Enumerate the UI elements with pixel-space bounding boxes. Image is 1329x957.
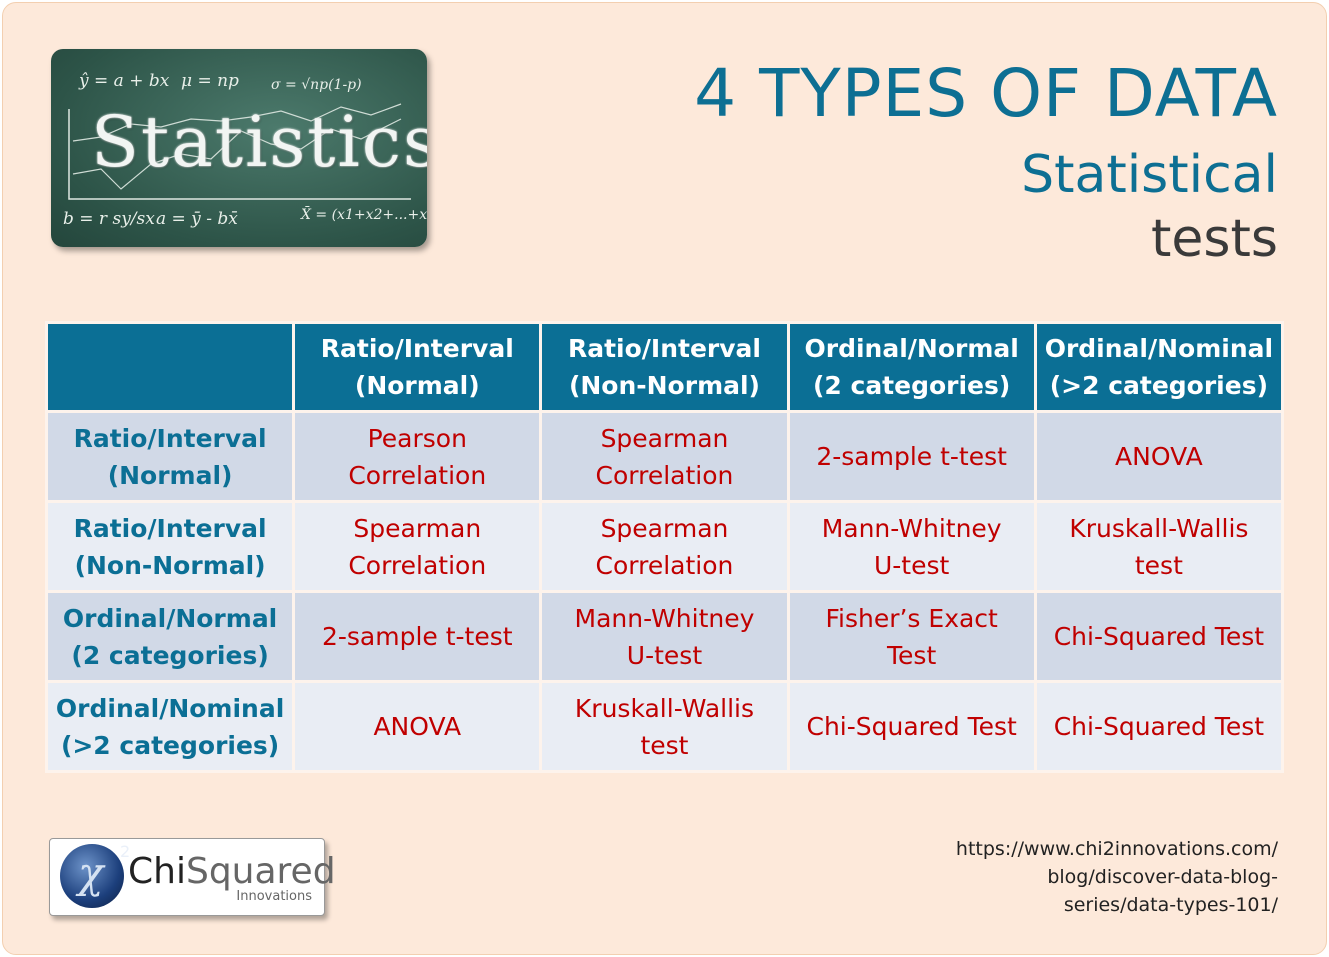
test-cell: 2-sample t-test — [786, 410, 1037, 503]
cell-line: Kruskall-Wallis — [574, 693, 755, 723]
brand-tagline: Innovations — [236, 889, 312, 904]
column-header: Ordinal/Nominal (>2 categories) — [1033, 321, 1285, 413]
formula: μ = np — [181, 71, 239, 91]
chalkboard-word: Statistics — [91, 101, 427, 183]
test-cell: 2-sample t-test — [292, 590, 543, 683]
test-cell: Fisher’s Exact Test — [786, 590, 1037, 683]
cell-line: Spearman — [600, 513, 729, 543]
statistics-chalkboard-image: Statistics ŷ = a + bx μ = np σ = √np(1-p… — [51, 49, 427, 247]
cell-line: Ratio/Interval — [567, 334, 761, 363]
url-line: series/data-types-101/ — [1063, 894, 1278, 916]
cell-line: ANOVA — [1115, 442, 1203, 471]
cell-line: Spearman — [600, 423, 729, 453]
test-cell: ANOVA — [1033, 410, 1285, 503]
url-line: blog/discover-data-blog- — [1047, 866, 1278, 888]
cell-line: Chi-Squared Test — [1053, 622, 1265, 651]
cell-line: Correlation — [348, 460, 487, 490]
test-cell: Chi-Squared Test — [1033, 680, 1285, 773]
cell-line: Ratio/Interval — [73, 513, 267, 543]
cell-line: Chi-Squared Test — [806, 712, 1017, 741]
row-header: Ordinal/Normal (2 categories) — [44, 590, 296, 683]
formula: ŷ = a + bx — [79, 71, 170, 91]
cell-line: Mann-Whitney — [574, 603, 755, 633]
test-cell: Chi-Squared Test — [786, 680, 1037, 773]
cell-line: ANOVA — [373, 712, 462, 741]
cell-line: (Normal) — [107, 460, 233, 490]
cell-line: Ordinal/Normal — [62, 603, 278, 633]
url-line: https://www.chi2innovations.com/ — [955, 838, 1278, 860]
test-cell: Mann-Whitney U-test — [539, 590, 790, 683]
table-row: Ratio/Interval (Non-Normal) Spearman Correl… — [44, 500, 1285, 593]
cell-line: Correlation — [595, 460, 734, 490]
test-cell: ANOVA — [292, 680, 543, 773]
page-title: 4 TYPES OF DATA — [694, 55, 1278, 132]
cell-line: (Normal) — [354, 371, 480, 400]
cell-line: Correlation — [348, 550, 487, 580]
cell-line: U-test — [626, 640, 703, 670]
cell-line: Ordinal/Nominal — [55, 693, 285, 723]
cell-line: Spearman — [353, 513, 482, 543]
test-cell: Spearman Correlation — [539, 410, 790, 503]
cell-line: (2 categories) — [812, 371, 1011, 400]
column-header: Ordinal/Normal (2 categories) — [786, 321, 1037, 413]
table-header-row: Ratio/Interval (Normal) Ratio/Interval (Non… — [44, 321, 1285, 413]
chisquared-logo: χ 2 ChiSquared Innovations — [49, 838, 336, 916]
brand-name: ChiSquared — [128, 851, 336, 892]
cell-line: Chi-Squared Test — [1053, 712, 1265, 741]
subtitle-line2: tests — [1151, 209, 1278, 269]
column-header: Ratio/Interval (Non-Normal) — [539, 321, 790, 413]
cell-line: Ratio/Interval — [320, 334, 514, 363]
cell-line: Ratio/Interval — [73, 423, 267, 453]
table-row: Ordinal/Nominal (>2 categories) ANOVA Krusk… — [44, 680, 1285, 773]
cell-line: 2-sample t-test — [816, 442, 1007, 471]
cell-line: test — [1134, 550, 1183, 580]
test-cell: Spearman Correlation — [292, 500, 543, 593]
row-header: Ordinal/Nominal (>2 categories) — [44, 680, 296, 773]
cell-line: (Non-Normal) — [74, 550, 266, 580]
table-row: Ordinal/Normal (2 categories) 2-sample t-t… — [44, 590, 1285, 683]
cell-line: Ordinal/Normal — [804, 334, 1019, 363]
test-cell: Mann-Whitney U-test — [786, 500, 1037, 593]
cell-line: test — [640, 730, 689, 760]
cell-line: Pearson — [367, 423, 467, 453]
cell-line: Mann-Whitney — [821, 513, 1002, 543]
cell-line: 2-sample t-test — [321, 622, 513, 651]
row-header: Ratio/Interval (Non-Normal) — [44, 500, 296, 593]
cell-line: (>2 categories) — [60, 730, 280, 760]
brand-b: Squared — [185, 851, 336, 892]
test-cell: Kruskall-Wallis test — [539, 680, 790, 773]
cell-line: (Non-Normal) — [568, 371, 760, 400]
column-header: Ratio/Interval (Normal) — [292, 321, 543, 413]
cell-line: Kruskall-Wallis — [1069, 513, 1249, 543]
cell-line: (>2 categories) — [1049, 371, 1269, 400]
cell-line: U-test — [873, 550, 950, 580]
cell-line: Ordinal/Nominal — [1044, 334, 1274, 363]
formula: X̄ = (x1+x2+...+xn)/n — [301, 207, 427, 223]
cell-line: Correlation — [595, 550, 734, 580]
brand-a: Chi — [128, 851, 186, 892]
table-corner-cell — [44, 321, 296, 413]
formula: σ = √np(1-p) — [271, 77, 362, 93]
test-cell: Spearman Correlation — [539, 500, 790, 593]
test-cell: Kruskall-Wallis test — [1033, 500, 1285, 593]
cell-line: Fisher’s Exact — [825, 603, 998, 633]
formula: a = ȳ - bx̄ — [156, 209, 238, 229]
source-url[interactable]: https://www.chi2innovations.com/ blog/di… — [956, 835, 1278, 919]
table-row: Ratio/Interval (Normal) Pearson Correlation… — [44, 410, 1285, 503]
chi-symbol: χ — [78, 848, 104, 897]
chi-globe-icon: χ 2 — [60, 842, 130, 908]
test-cell: Chi-Squared Test — [1033, 590, 1285, 683]
row-header: Ratio/Interval (Normal) — [44, 410, 296, 503]
formula: b = r sy/sx — [63, 209, 155, 229]
statistical-tests-table: Ratio/Interval (Normal) Ratio/Interval (Non… — [44, 321, 1285, 773]
cell-line: Test — [887, 640, 937, 670]
cell-line: (2 categories) — [71, 640, 269, 670]
test-cell: Pearson Correlation — [292, 410, 543, 503]
subtitle-line1: Statistical — [1021, 145, 1278, 205]
